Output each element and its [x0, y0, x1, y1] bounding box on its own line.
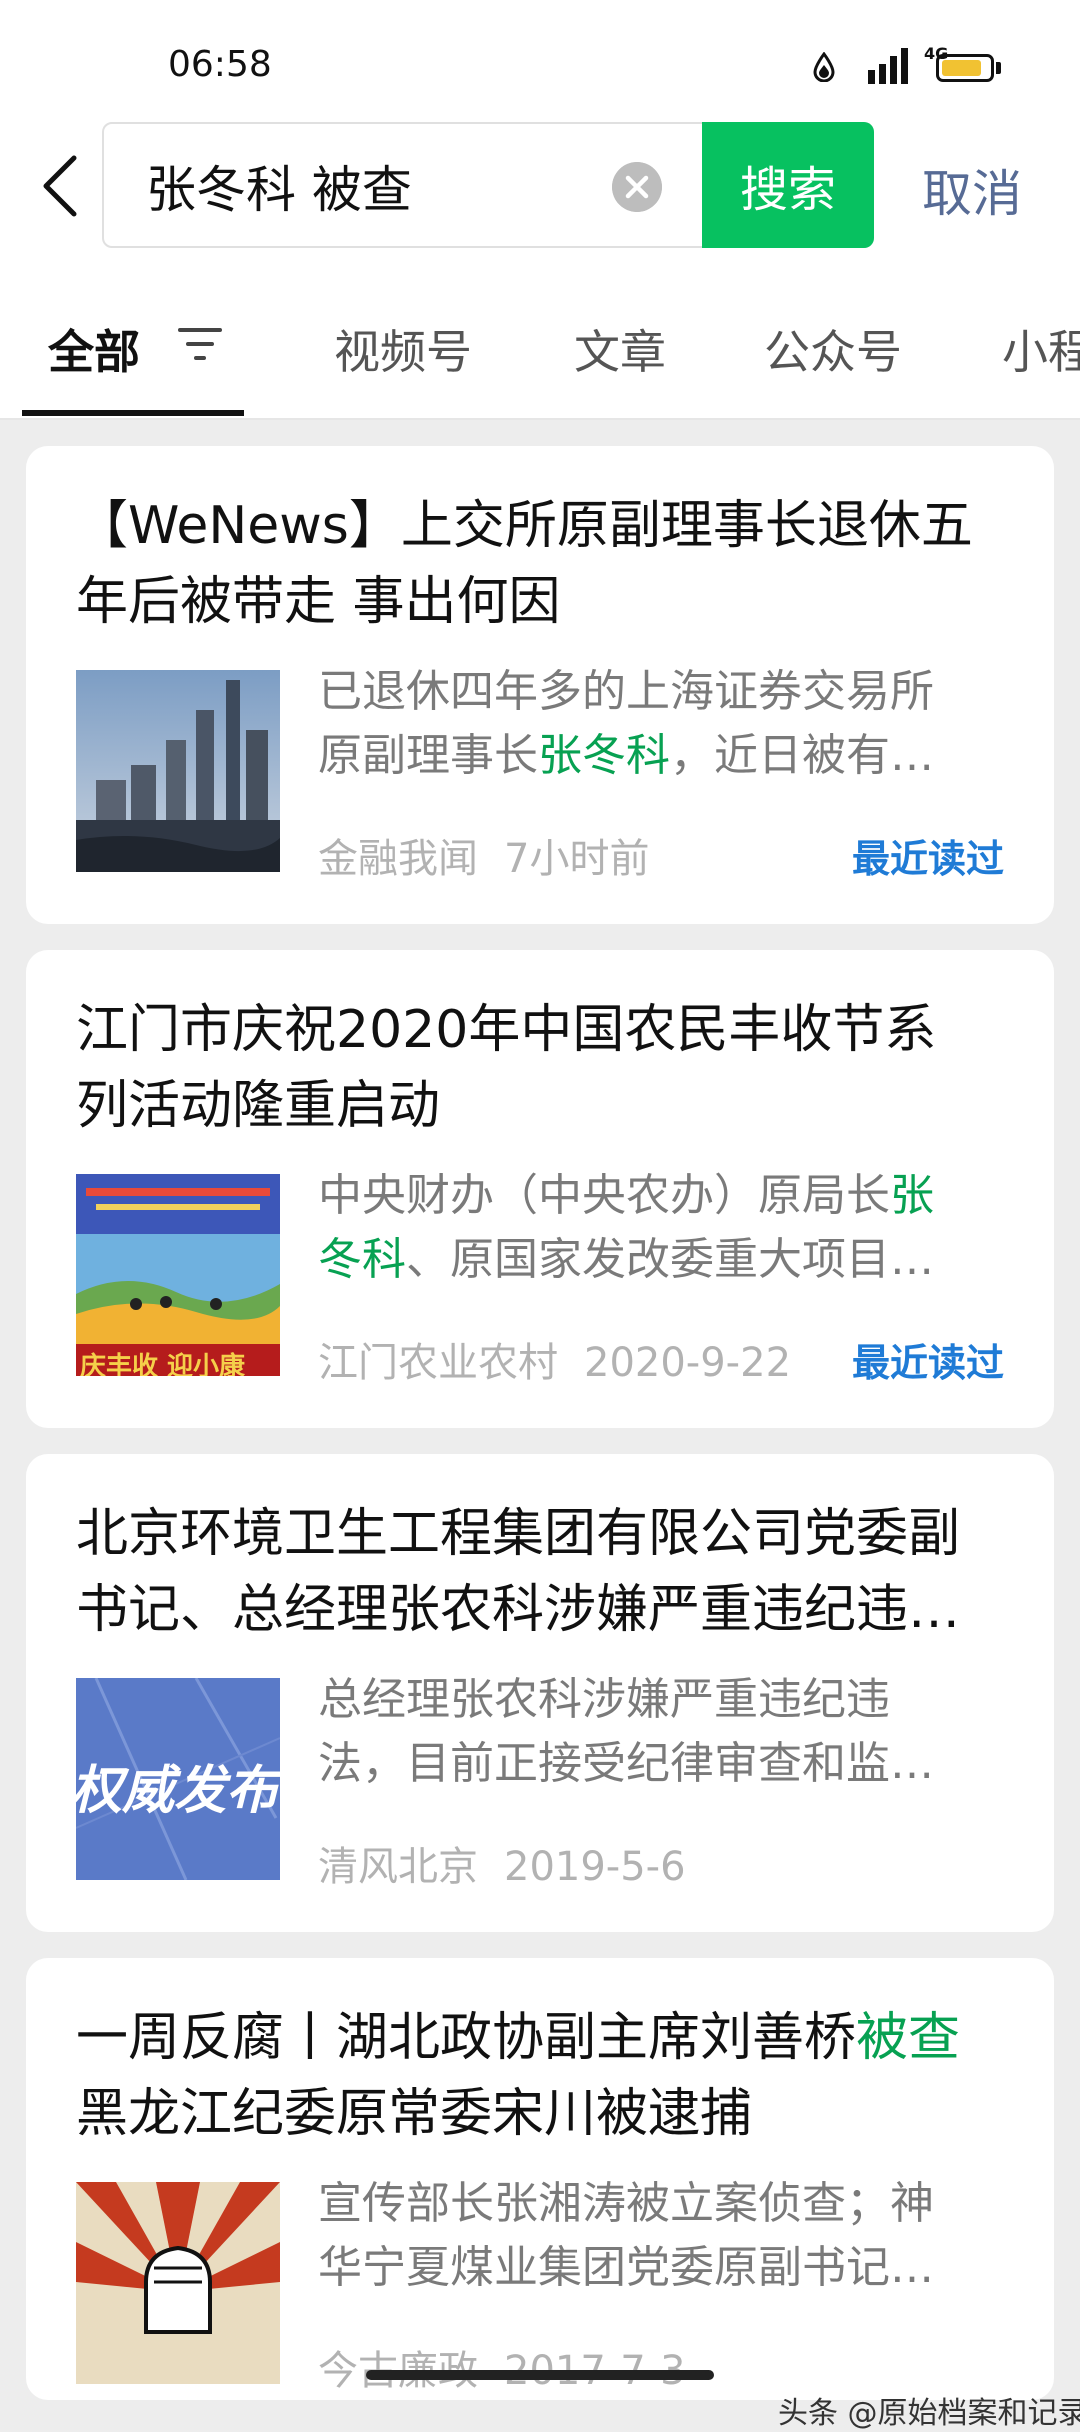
search-input[interactable] — [144, 124, 668, 248]
result-time: 7小时前 — [504, 836, 650, 882]
tabs-divider — [0, 418, 1080, 420]
result-card[interactable]: 【WeNews】上交所原副理事长退休五 年后被带走 事出何因 已退休四年多的上海… — [26, 446, 1054, 924]
cancel-button[interactable]: 取消 — [922, 154, 1022, 226]
highlight: 被查 — [856, 2008, 961, 2068]
battery-level — [942, 60, 981, 76]
highlight: 张冬科 — [538, 730, 670, 781]
cellular-signal-icon: 4G — [868, 44, 948, 88]
result-meta: 金融我闻 7小时前 — [318, 826, 649, 884]
result-source[interactable]: 清风北京 — [318, 1844, 478, 1890]
filter-icon[interactable] — [176, 322, 224, 366]
result-title: 北京环境卫生工程集团有限公司党委副 书记、总经理张农科涉嫌严重违纪违… — [76, 1504, 961, 1640]
status-time: 06:58 — [168, 44, 272, 85]
result-card[interactable]: 北京环境卫生工程集团有限公司党委副 书记、总经理张农科涉嫌严重违纪违… 权威发布… — [26, 1454, 1054, 1932]
result-thumbnail: 庆丰收 迎小康 — [76, 1174, 280, 1376]
result-meta: 清风北京 2019-5-6 — [318, 1834, 686, 1892]
result-title: 一周反腐丨湖北政协副主席刘善桥被查 黑龙江纪委原常委宋川被逮捕 — [76, 2008, 961, 2144]
active-tab-indicator — [22, 410, 244, 416]
result-snippet: 已退休四年多的上海证券交易所 原副理事长张冬科，近日被有… — [318, 666, 934, 781]
highlight: 张 — [890, 1170, 934, 1221]
result-time: 2019-5-6 — [504, 1844, 686, 1890]
result-thumbnail — [76, 2182, 280, 2384]
result-time: 2020-9-22 — [584, 1340, 792, 1386]
result-snippet: 宣传部长张湘涛被立案侦查；神 华宁夏煤业集团党委原副书记… — [318, 2178, 934, 2293]
watermark: 头条 @原始档案和记录 — [778, 2396, 1080, 2431]
search-row: 搜索 取消 — [0, 122, 1080, 252]
result-meta: 今古廉政2017-7-3 — [318, 2338, 686, 2396]
result-thumbnail — [76, 670, 280, 872]
top-bar: 06:58 4G 张冬科 被查 搜索 取消 全部 视频号 文章 公众号 小程 — [0, 0, 1080, 420]
highlight: 冬科 — [318, 1234, 406, 1285]
recently-read-badge: 最近读过 — [851, 837, 1004, 881]
tab-official-accounts[interactable]: 公众号 — [764, 316, 902, 382]
tab-mini-programs[interactable]: 小程 — [1002, 316, 1080, 382]
result-card[interactable]: 一周反腐丨湖北政协副主席刘善桥被查 黑龙江纪委原常委宋川被逮捕 宣传部长张湘涛被… — [26, 1958, 1054, 2400]
result-source[interactable]: 江门农业农村 — [318, 1340, 558, 1386]
result-snippet: 中央财办（中央农办）原局长张 冬科、原国家发改委重大项目… — [318, 1170, 934, 1285]
result-meta: 江门农业农村 2020-9-22 — [318, 1330, 791, 1388]
result-title: 【WeNews】上交所原副理事长退休五 年后被带走 事出何因 — [76, 496, 973, 632]
tab-video[interactable]: 视频号 — [334, 316, 472, 382]
recently-read-badge: 最近读过 — [851, 1341, 1004, 1385]
chevron-left-icon[interactable] — [38, 154, 82, 218]
battery-tip — [996, 62, 1001, 74]
battery-icon — [936, 54, 994, 82]
result-source[interactable]: 金融我闻 — [318, 836, 478, 882]
result-card[interactable]: 江门市庆祝2020年中国农民丰收节系 列活动隆重启动 庆丰收 迎小康 中央财办（… — [26, 950, 1054, 1428]
thumbnail-caption: 权威发布 — [76, 1761, 279, 1821]
status-bar: 06:58 4G — [0, 0, 1080, 130]
home-indicator[interactable] — [366, 2370, 714, 2380]
tab-articles[interactable]: 文章 — [574, 316, 666, 382]
data-saver-icon — [813, 52, 835, 82]
clear-icon[interactable] — [612, 162, 662, 212]
tab-all[interactable]: 全部 — [48, 316, 140, 382]
search-box: 搜索 — [102, 122, 874, 248]
result-thumbnail: 权威发布 — [76, 1678, 280, 1880]
status-icons: 4G — [812, 44, 1012, 88]
filter-tabs: 全部 视频号 文章 公众号 小程 — [0, 300, 1080, 420]
search-button[interactable]: 搜索 — [702, 122, 874, 248]
thumbnail-caption: 庆丰收 迎小康 — [80, 1352, 246, 1376]
result-snippet: 总经理张农科涉嫌严重违纪违 法，目前正接受纪律审查和监… — [318, 1674, 934, 1789]
result-title: 江门市庆祝2020年中国农民丰收节系 列活动隆重启动 — [76, 1000, 937, 1136]
